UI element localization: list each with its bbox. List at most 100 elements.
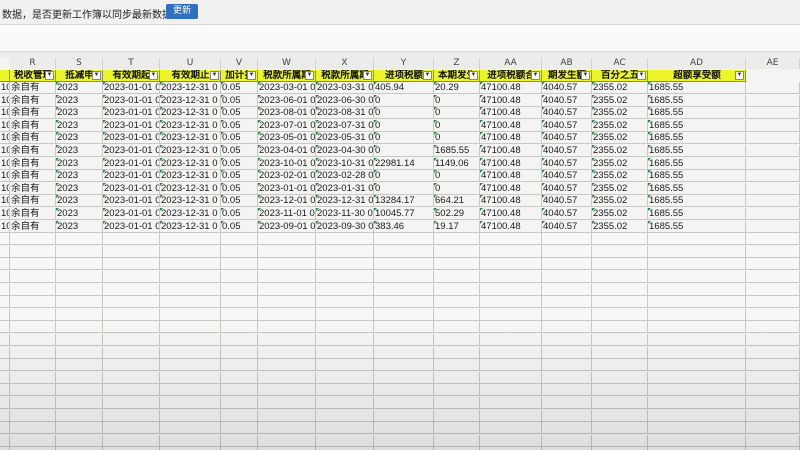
table-cell[interactable]: 0 [434, 94, 480, 107]
table-cell[interactable] [258, 271, 316, 283]
table-cell[interactable] [221, 384, 258, 397]
cell-partial[interactable] [0, 384, 10, 397]
table-cell[interactable] [542, 258, 592, 271]
table-cell[interactable] [542, 233, 592, 246]
table-cell[interactable]: 664.21 [434, 195, 480, 208]
filter-dropdown-icon[interactable]: ▼ [92, 71, 101, 80]
table-cell[interactable]: 2023 [56, 132, 103, 145]
table-cell[interactable] [160, 334, 221, 346]
table-cell[interactable] [542, 283, 592, 296]
table-cell[interactable] [221, 422, 258, 435]
table-cell[interactable] [56, 359, 103, 372]
table-cell[interactable]: 2023-12-31 0 [160, 170, 221, 183]
cell-partial[interactable]: 10 [0, 145, 10, 157]
table-cell[interactable] [592, 359, 648, 372]
table-cell[interactable] [542, 359, 592, 372]
table-cell[interactable] [434, 397, 480, 409]
table-cell[interactable]: 0.05 [221, 182, 258, 195]
table-cell[interactable]: 余自有 [10, 107, 56, 120]
table-cell[interactable]: 0 [434, 119, 480, 132]
cell-partial[interactable] [0, 308, 10, 321]
table-cell[interactable]: 1685.55 [648, 220, 746, 233]
cell-partial[interactable] [0, 233, 10, 246]
table-cell[interactable] [10, 346, 56, 359]
table-cell[interactable]: 2355.02 [592, 157, 648, 170]
table-cell[interactable] [480, 371, 542, 384]
table-cell[interactable]: 1685.55 [434, 145, 480, 157]
table-cell[interactable] [160, 283, 221, 296]
table-cell[interactable] [221, 283, 258, 296]
table-cell[interactable]: 2023-12-31 0 [160, 94, 221, 107]
table-cell[interactable] [592, 334, 648, 346]
table-cell[interactable] [746, 208, 800, 220]
table-cell[interactable] [103, 434, 160, 447]
table-cell[interactable] [103, 397, 160, 409]
table-cell[interactable] [592, 271, 648, 283]
table-cell[interactable]: 0 [434, 107, 480, 120]
table-cell[interactable] [316, 283, 374, 296]
table-cell[interactable]: 0.05 [221, 220, 258, 233]
table-cell[interactable]: 0 [374, 170, 434, 183]
table-cell[interactable]: 1685.55 [648, 94, 746, 107]
column-letter-y[interactable]: Y [374, 58, 434, 69]
table-cell[interactable]: 1685.55 [648, 119, 746, 132]
table-cell[interactable]: 4040.57 [542, 170, 592, 183]
table-cell[interactable]: 47100.48 [480, 182, 542, 195]
table-cell[interactable] [746, 119, 800, 132]
table-cell[interactable] [592, 397, 648, 409]
table-cell[interactable] [374, 371, 434, 384]
table-cell[interactable] [648, 334, 746, 346]
filter-dropdown-icon[interactable]: ▼ [210, 71, 219, 80]
table-cell[interactable]: 2023-06-01 0 [258, 94, 316, 107]
table-cell[interactable]: 4040.57 [542, 182, 592, 195]
table-cell[interactable] [316, 409, 374, 422]
table-cell[interactable] [103, 384, 160, 397]
table-cell[interactable] [542, 321, 592, 334]
table-cell[interactable] [592, 422, 648, 435]
table-cell[interactable] [221, 434, 258, 447]
table-cell[interactable]: 2023-01-01 0 [103, 107, 160, 120]
cell-partial[interactable] [0, 422, 10, 435]
table-cell[interactable] [746, 271, 800, 283]
table-cell[interactable]: 2023-06-30 0 [316, 94, 374, 107]
table-cell[interactable] [746, 170, 800, 183]
table-cell[interactable] [258, 283, 316, 296]
table-cell[interactable] [374, 359, 434, 372]
table-cell[interactable] [56, 434, 103, 447]
table-cell[interactable] [258, 409, 316, 422]
table-cell[interactable] [480, 434, 542, 447]
table-cell[interactable] [480, 308, 542, 321]
table-cell[interactable]: 2023 [56, 107, 103, 120]
table-cell[interactable] [160, 434, 221, 447]
table-cell[interactable] [648, 397, 746, 409]
cell-partial[interactable]: 10 [0, 132, 10, 145]
table-cell[interactable] [103, 245, 160, 258]
table-cell[interactable] [374, 271, 434, 283]
table-cell[interactable] [542, 271, 592, 283]
table-cell[interactable]: 余自有 [10, 145, 56, 157]
table-cell[interactable] [258, 321, 316, 334]
table-cell[interactable] [258, 308, 316, 321]
table-cell[interactable]: 2023-04-01 0 [258, 145, 316, 157]
table-cell[interactable] [10, 308, 56, 321]
table-cell[interactable]: 4040.57 [542, 145, 592, 157]
table-cell[interactable] [592, 308, 648, 321]
table-cell[interactable] [56, 409, 103, 422]
table-cell[interactable]: 47100.48 [480, 208, 542, 220]
table-cell[interactable]: 2023-08-01 0 [258, 107, 316, 120]
table-cell[interactable] [56, 258, 103, 271]
table-cell[interactable] [374, 422, 434, 435]
table-cell[interactable]: 47100.48 [480, 195, 542, 208]
table-cell[interactable] [10, 334, 56, 346]
table-cell[interactable]: 余自有 [10, 208, 56, 220]
table-cell[interactable]: 2023-12-01 0 [258, 195, 316, 208]
column-letter-u[interactable]: U [160, 58, 221, 69]
table-cell[interactable]: 2023-08-31 0 [316, 107, 374, 120]
table-cell[interactable] [160, 397, 221, 409]
table-cell[interactable] [56, 283, 103, 296]
filter-dropdown-icon[interactable]: ▼ [149, 71, 158, 80]
table-cell[interactable] [434, 422, 480, 435]
table-cell[interactable] [592, 409, 648, 422]
table-cell[interactable]: 47100.48 [480, 132, 542, 145]
table-cell[interactable] [10, 233, 56, 246]
